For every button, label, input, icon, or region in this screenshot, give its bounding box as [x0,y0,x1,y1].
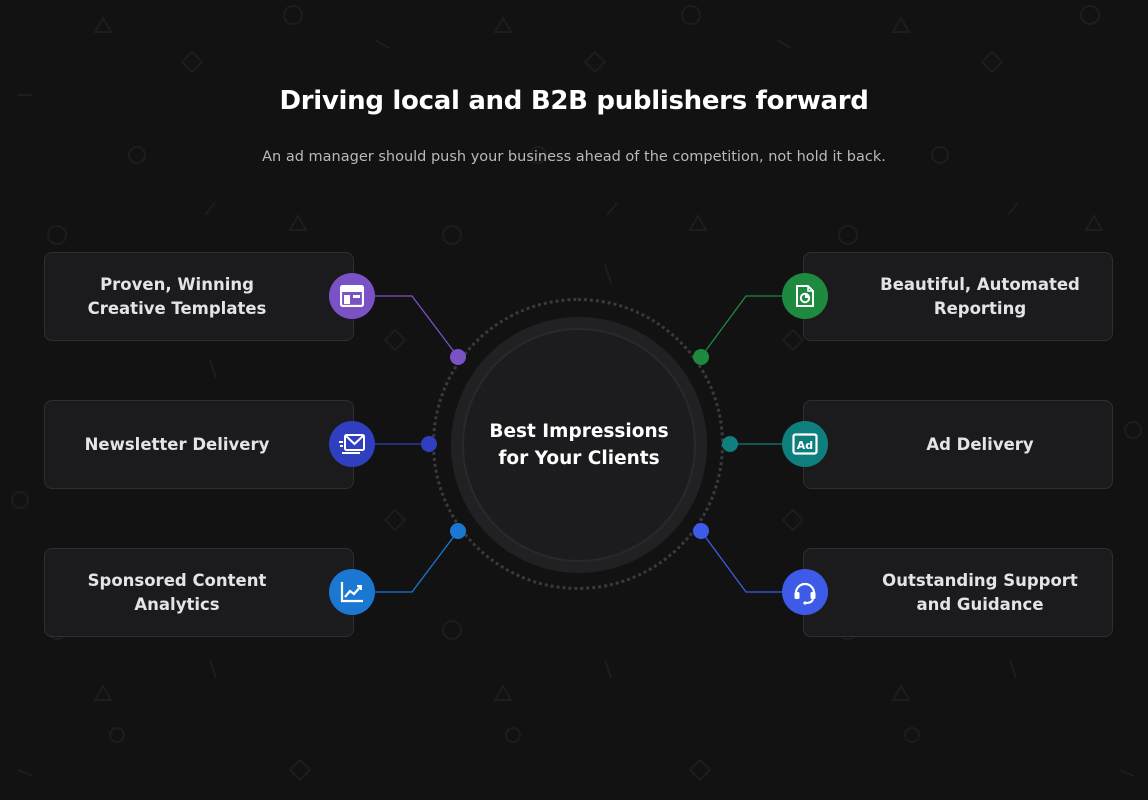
email-send-icon [329,421,375,467]
connector-dot-support [693,523,709,539]
connector-dot-newsletter [421,436,437,452]
connector-dot-ad-delivery [722,436,738,452]
feature-label: Outstanding Support and Guidance [882,570,1078,614]
feature-card-reporting[interactable]: Beautiful, Automated Reporting [803,252,1113,341]
features-section: Driving local and B2B publishers forward… [0,0,1148,800]
feature-label: Sponsored Content Analytics [87,570,267,614]
svg-text:Ad: Ad [797,439,813,452]
connector-dot-templates [450,349,466,365]
feature-card-newsletter[interactable]: Newsletter Delivery [44,400,354,489]
feature-label: Beautiful, Automated Reporting [880,274,1080,318]
feature-card-support[interactable]: Outstanding Support and Guidance [803,548,1113,637]
feature-card-ad-delivery[interactable]: Ad Delivery [803,400,1113,489]
report-document-icon [782,273,828,319]
connector-dot-reporting [693,349,709,365]
hub-circle: Best Impressions for Your Clients [451,317,707,573]
headset-support-icon [782,569,828,615]
feature-label: Proven, Winning Creative Templates [87,274,267,318]
hub-label: Best Impressions for Your Clients [489,420,669,470]
connector-dot-analytics [450,523,466,539]
template-layout-icon [329,273,375,319]
feature-label: Ad Delivery [926,434,1034,454]
feature-label: Newsletter Delivery [84,434,270,454]
line-chart-icon [329,569,375,615]
feature-card-analytics[interactable]: Sponsored Content Analytics [44,548,354,637]
hub-inner-circle: Best Impressions for Your Clients [462,328,696,562]
ad-badge-icon: Ad [782,421,828,467]
feature-card-templates[interactable]: Proven, Winning Creative Templates [44,252,354,341]
